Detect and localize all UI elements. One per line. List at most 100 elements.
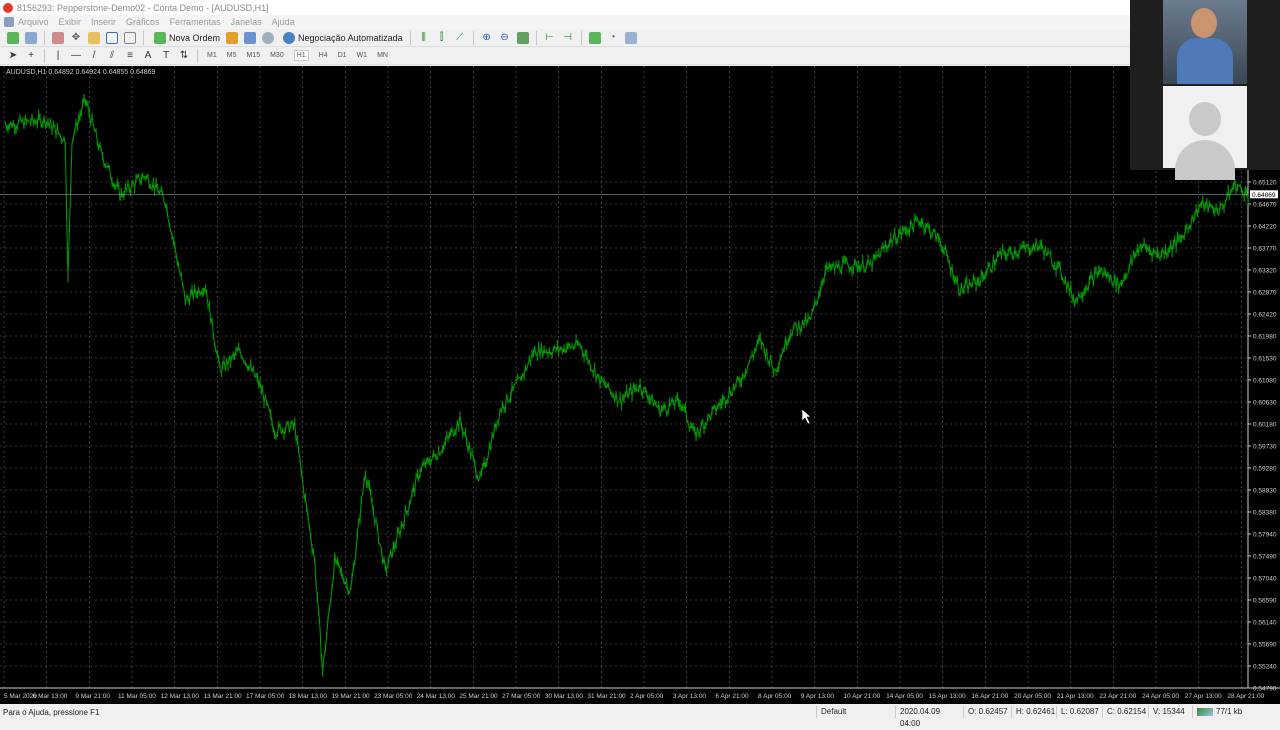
price-segment <box>341 571 342 578</box>
price-segment <box>475 462 476 475</box>
price-segment <box>747 365 748 371</box>
price-segment <box>972 278 973 287</box>
standard-toolbar: ✥ Nova Ordem Negociação Automatizada ⫼ ⫿… <box>0 29 1130 47</box>
price-segment <box>1160 254 1161 259</box>
price-segment <box>952 266 953 279</box>
price-segment <box>940 241 941 248</box>
separator <box>410 31 411 45</box>
price-segment <box>1208 202 1209 211</box>
price-segment <box>815 302 816 303</box>
zoom-in-icon[interactable]: ⊕ <box>481 32 493 44</box>
timeframe-d1[interactable]: D1 <box>338 52 347 59</box>
crosshair-icon[interactable]: + <box>25 50 37 62</box>
timeframe-m1[interactable]: M1 <box>207 52 217 59</box>
price-segment <box>37 115 38 124</box>
fibonacci-icon[interactable]: ≡ <box>124 50 136 62</box>
price-segment <box>596 375 597 380</box>
navigator-icon[interactable] <box>88 32 100 44</box>
metaeditor-icon[interactable] <box>226 32 238 44</box>
price-segment <box>993 258 994 265</box>
price-segment <box>1119 283 1120 290</box>
timeframe-m30[interactable]: M30 <box>270 52 284 59</box>
menu-graficos[interactable]: Gráficos <box>126 17 160 27</box>
price-segment <box>785 339 786 346</box>
menu-ferramentas[interactable]: Ferramentas <box>170 17 221 27</box>
price-segment <box>465 433 466 441</box>
price-segment <box>452 429 453 435</box>
price-segment <box>1127 274 1128 275</box>
price-segment <box>344 583 345 584</box>
menu-exibir[interactable]: Exibir <box>59 17 82 27</box>
price-chart[interactable]: 0.651200.646700.642200.637700.633200.628… <box>0 66 1280 704</box>
price-segment <box>219 357 220 368</box>
trendline-icon[interactable]: / <box>88 50 100 62</box>
vertical-line-icon[interactable]: | <box>52 50 64 62</box>
menu-inserir[interactable]: Inserir <box>91 17 116 27</box>
cursor-icon[interactable]: ➤ <box>7 50 19 62</box>
autoscroll-icon[interactable]: ⊣ <box>562 32 574 44</box>
profiles-icon[interactable] <box>25 32 37 44</box>
price-segment <box>748 362 749 365</box>
menu-janelas[interactable]: Janelas <box>231 17 262 27</box>
market-icon[interactable] <box>262 32 274 44</box>
connection-status[interactable]: 77/1 kb <box>1192 706 1252 718</box>
price-segment <box>24 118 25 128</box>
price-segment <box>317 598 318 611</box>
candlestick-icon[interactable]: ⫿ <box>436 32 448 44</box>
price-segment <box>1152 250 1153 257</box>
separator <box>473 31 474 45</box>
strategy-tester-icon[interactable] <box>124 32 136 44</box>
text-icon[interactable]: A <box>142 50 154 62</box>
price-segment <box>989 264 990 271</box>
price-segment <box>265 396 266 403</box>
price-segment <box>311 537 312 548</box>
chart-shift-icon[interactable]: ⊢ <box>544 32 556 44</box>
timeframe-mn[interactable]: MN <box>377 52 388 59</box>
text-label-icon[interactable]: T <box>160 50 172 62</box>
auto-trading-button[interactable]: Negociação Automatizada <box>280 32 403 44</box>
bar-chart-icon[interactable]: ⫼ <box>418 32 430 44</box>
horizontal-line-icon[interactable]: — <box>70 50 82 62</box>
price-segment <box>320 628 321 658</box>
timeframe-h4[interactable]: H4 <box>319 52 328 59</box>
profile-name[interactable]: Default <box>816 706 896 718</box>
price-segment <box>316 583 317 598</box>
price-segment <box>351 578 352 589</box>
arrows-icon[interactable]: ⇅ <box>178 50 190 62</box>
price-segment <box>93 125 94 131</box>
price-segment <box>499 410 500 421</box>
line-chart-icon[interactable]: ⟋ <box>454 32 466 44</box>
new-chart-icon[interactable] <box>7 32 19 44</box>
tile-windows-icon[interactable] <box>517 32 529 44</box>
price-segment <box>968 282 969 291</box>
timeframe-m5[interactable]: M5 <box>227 52 237 59</box>
price-segment <box>1060 264 1061 276</box>
y-tick-label: 0.60180 <box>1253 422 1277 429</box>
x-tick-label: 20 Apr 05:00 <box>1014 693 1051 700</box>
price-segment <box>215 344 216 352</box>
templates-icon[interactable] <box>625 32 637 44</box>
signals-icon[interactable] <box>244 32 256 44</box>
timeframe-w1[interactable]: W1 <box>357 52 368 59</box>
chart-canvas[interactable]: 0.651200.646700.642200.637700.633200.628… <box>0 66 1280 704</box>
price-segment <box>632 386 633 396</box>
menu-ajuda[interactable]: Ajuda <box>272 17 295 27</box>
x-tick-label: 22 Apr 21:00 <box>1099 693 1136 700</box>
timeframe-m15[interactable]: M15 <box>246 52 260 59</box>
price-segment <box>767 351 768 363</box>
price-segment <box>73 132 74 138</box>
equidistant-channel-icon[interactable]: ⫽ <box>106 50 118 62</box>
price-segment <box>68 230 69 277</box>
price-segment <box>763 343 764 349</box>
terminal-icon[interactable] <box>106 32 118 44</box>
zoom-out-icon[interactable]: ⊖ <box>499 32 511 44</box>
timeframe-h1[interactable]: H1 <box>294 50 309 61</box>
price-segment <box>711 410 712 419</box>
new-order-button[interactable]: Nova Ordem <box>151 32 220 44</box>
periods-icon[interactable]: ◔ <box>607 32 619 44</box>
data-window-icon[interactable]: ✥ <box>70 32 82 44</box>
menu-arquivo[interactable]: Arquivo <box>18 17 49 27</box>
indicators-icon[interactable] <box>589 32 601 44</box>
market-watch-icon[interactable] <box>52 32 64 44</box>
price-segment <box>20 117 21 122</box>
